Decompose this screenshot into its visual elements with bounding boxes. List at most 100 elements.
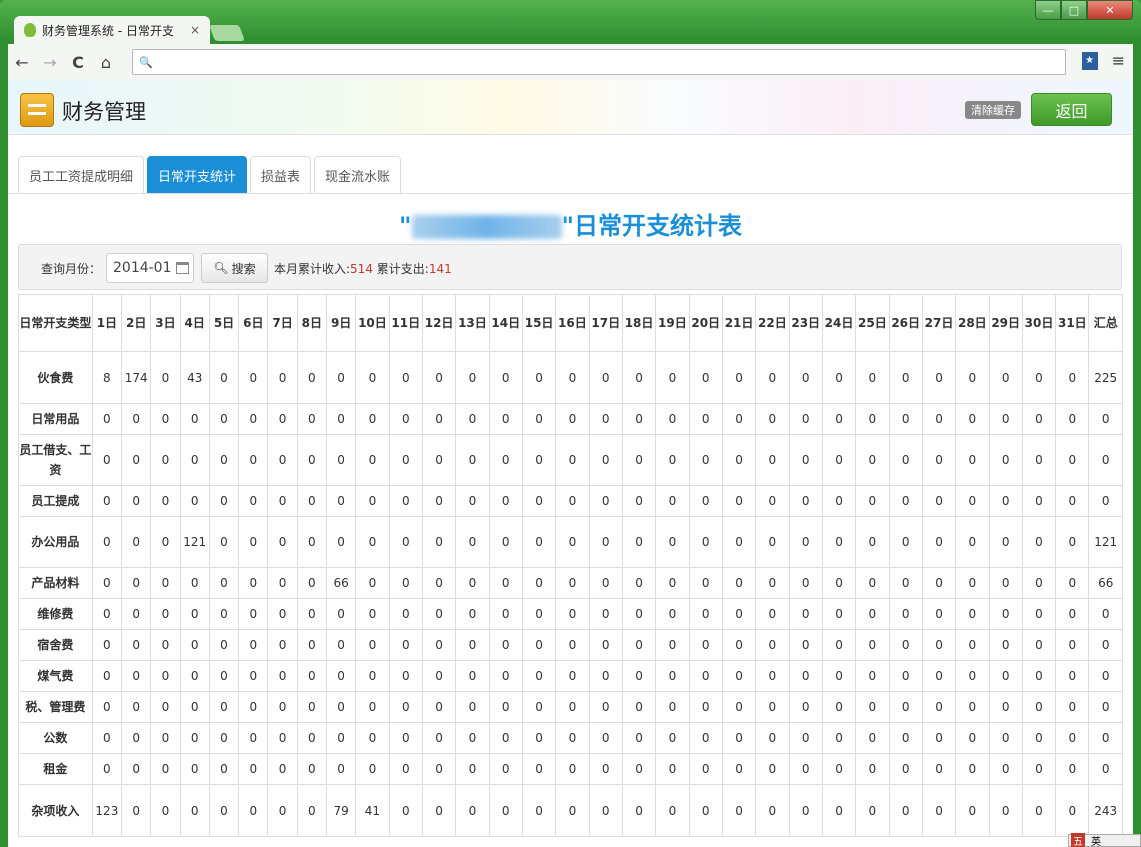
window-controls: — □ ✕ xyxy=(1035,0,1133,20)
value-cell: 0 xyxy=(488,485,523,517)
forward-arrow-icon[interactable]: → xyxy=(36,53,64,72)
value-cell: 0 xyxy=(488,722,523,754)
total-cell: 121 xyxy=(1088,516,1123,568)
browser-window: 财务管理系统 - 日常开支 × — □ ✕ ← → C ⌂ 🔍 ★ ≡ 财务管理… xyxy=(0,0,1141,847)
ime-status[interactable]: 五 英 xyxy=(1068,833,1141,847)
value-cell: 0 xyxy=(888,567,923,599)
back-button[interactable]: 返回 xyxy=(1031,93,1112,126)
home-icon[interactable]: ⌂ xyxy=(92,53,120,72)
tab-salary-commission[interactable]: 员工工资提成明细 xyxy=(18,156,145,194)
value-cell: 0 xyxy=(521,784,557,837)
day-column-header: 8日 xyxy=(296,294,327,352)
value-cell: 0 xyxy=(555,753,590,785)
value-cell: 0 xyxy=(988,567,1023,599)
back-arrow-icon[interactable]: ← xyxy=(8,53,36,72)
browser-tab[interactable]: 财务管理系统 - 日常开支 × xyxy=(14,16,210,44)
value-cell: 0 xyxy=(588,403,623,435)
day-column-header: 30日 xyxy=(1021,294,1057,352)
minimize-button[interactable]: — xyxy=(1035,0,1061,20)
day-column-header: 11日 xyxy=(388,294,423,352)
table-row: 宿舍费 0 0 0 0 0 0 0 0 0 0 0 0 0 0 0 0 0 0 0 0 0 0 0 0 0 0 0 0 0 0 0 0 xyxy=(18,629,1123,661)
value-cell: 0 xyxy=(325,629,357,661)
tab-daily-expense[interactable]: 日常开支统计 xyxy=(147,156,248,194)
value-cell: 0 xyxy=(621,784,657,837)
day-column-header: 29日 xyxy=(988,294,1023,352)
value-cell: 0 xyxy=(755,516,790,568)
value-cell: 0 xyxy=(208,691,240,723)
value-cell: 0 xyxy=(588,629,623,661)
value-cell: 0 xyxy=(325,516,357,568)
maximize-button[interactable]: □ xyxy=(1061,0,1087,20)
value-cell: 0 xyxy=(855,753,890,785)
value-cell: 0 xyxy=(208,403,240,435)
value-cell: 0 xyxy=(721,598,757,630)
value-cell: 0 xyxy=(621,516,657,568)
total-cell: 0 xyxy=(1088,691,1123,723)
value-cell: 0 xyxy=(179,722,210,754)
day-column-header: 5日 xyxy=(208,294,240,352)
value-cell: 0 xyxy=(1055,722,1090,754)
search-button[interactable]: 🔍︎ 搜索 xyxy=(201,253,268,283)
day-column-header: 4日 xyxy=(179,294,210,352)
value-cell: 0 xyxy=(988,784,1023,837)
value-cell: 0 xyxy=(921,351,957,404)
value-cell: 0 xyxy=(988,403,1023,435)
value-cell: 0 xyxy=(921,516,957,568)
value-cell: 0 xyxy=(921,403,957,435)
value-cell: 0 xyxy=(238,485,269,517)
value-cell: 0 xyxy=(238,567,269,599)
value-cell: 0 xyxy=(588,784,623,837)
value-cell: 0 xyxy=(955,485,990,517)
value-cell: 0 xyxy=(355,660,390,692)
query-month-label: 查询月份： xyxy=(41,262,102,276)
value-cell: 0 xyxy=(655,629,690,661)
reload-icon[interactable]: C xyxy=(64,53,92,72)
value-cell: 0 xyxy=(238,629,269,661)
page-content: 财务管理 清除缓存 返回 员工工资提成明细 日常开支统计 损益表 现金流水账 "… xyxy=(8,80,1133,847)
category-cell: 租金 xyxy=(18,753,93,785)
value-cell: 0 xyxy=(588,434,623,486)
value-cell: 0 xyxy=(1021,722,1057,754)
value-cell: 0 xyxy=(921,629,957,661)
value-cell: 0 xyxy=(121,660,152,692)
value-cell: 0 xyxy=(555,567,590,599)
value-cell: 0 xyxy=(521,691,557,723)
value-cell: 0 xyxy=(296,660,327,692)
tab-close-icon[interactable]: × xyxy=(188,23,202,37)
tab-cash-journal[interactable]: 现金流水账 xyxy=(314,156,402,194)
value-cell: 0 xyxy=(179,784,210,837)
value-cell: 0 xyxy=(721,516,757,568)
table-row: 杂项收入 123 0 0 0 0 0 0 0 79 41 0 0 0 0 0 0 0 0 0 0 0 0 0 0 0 0 0 0 0 0 0 2… xyxy=(18,784,1123,837)
value-cell: 0 xyxy=(296,629,327,661)
value-cell: 0 xyxy=(588,485,623,517)
value-cell: 0 xyxy=(121,691,152,723)
browser-tab-title: 财务管理系统 - 日常开支 xyxy=(42,23,174,38)
search-icon: 🔍 xyxy=(139,55,153,69)
calendar-icon[interactable] xyxy=(176,262,189,274)
value-cell: 0 xyxy=(821,629,857,661)
tab-profit-loss[interactable]: 损益表 xyxy=(250,156,312,194)
value-cell: 0 xyxy=(788,753,823,785)
value-cell: 0 xyxy=(721,784,757,837)
close-window-button[interactable]: ✕ xyxy=(1087,0,1133,20)
value-cell: 0 xyxy=(521,485,557,517)
day-column-header: 10日 xyxy=(355,294,390,352)
new-tab-button[interactable] xyxy=(209,25,245,41)
value-cell: 0 xyxy=(1021,434,1057,486)
day-column-header: 26日 xyxy=(888,294,923,352)
value-cell: 0 xyxy=(688,722,723,754)
bookmark-icon[interactable]: ★ xyxy=(1081,52,1098,70)
menu-icon[interactable]: ≡ xyxy=(1112,52,1125,70)
day-column-header: 17日 xyxy=(588,294,623,352)
table-row: 伙食费 8 174 0 43 0 0 0 0 0 0 0 0 0 0 0 0 0 0 0 0 0 0 0 0 0 0 0 0 0 0 0 225 xyxy=(18,351,1123,404)
month-input[interactable]: 2014-01 xyxy=(106,253,194,283)
value-cell: 0 xyxy=(621,567,657,599)
address-bar[interactable]: 🔍 xyxy=(132,49,1066,75)
value-cell: 0 xyxy=(921,660,957,692)
clear-cache-button[interactable]: 清除缓存 xyxy=(965,101,1021,119)
value-cell: 0 xyxy=(688,753,723,785)
value-cell: 0 xyxy=(655,434,690,486)
value-cell: 0 xyxy=(555,784,590,837)
value-cell: 0 xyxy=(788,351,823,404)
category-cell: 员工借支、工资 xyxy=(18,434,93,486)
